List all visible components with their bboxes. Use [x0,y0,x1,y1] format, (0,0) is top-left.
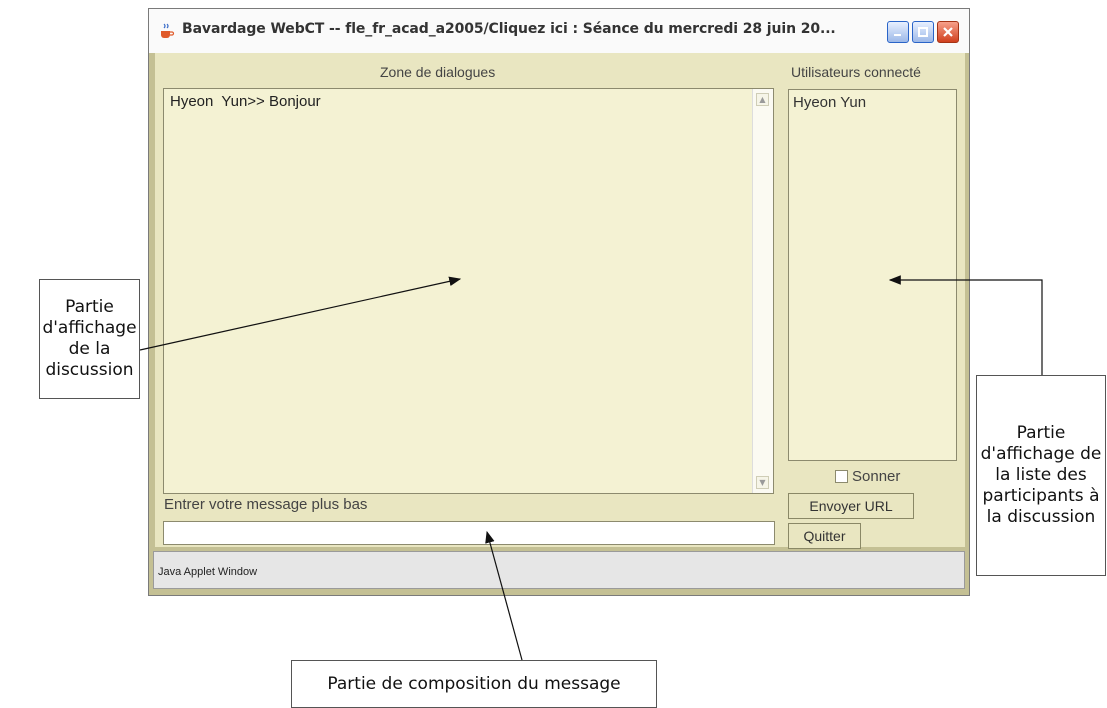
discussion-callout: Partie d'affichage de la discussion [39,279,140,399]
participants-callout: Partie d'affichage de la liste des parti… [976,375,1106,576]
composition-arrow [485,530,523,661]
annotation-arrows [139,275,1043,661]
composition-callout: Partie de composition du message [291,660,657,708]
discussion-arrow [139,276,462,351]
participants-arrow [888,275,1043,375]
